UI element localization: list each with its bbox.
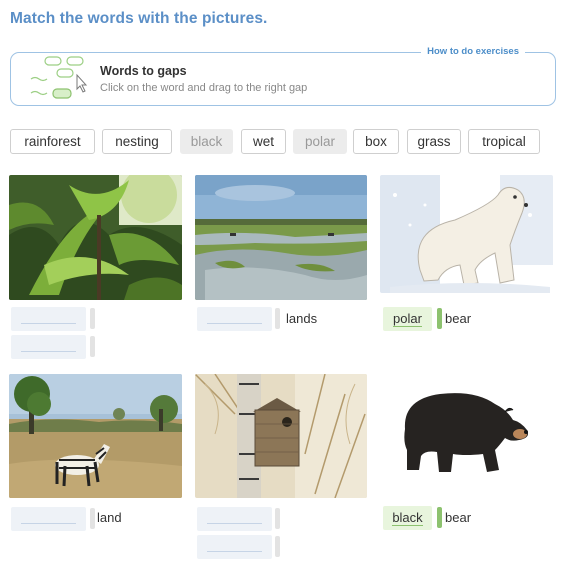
word-chip-tropical[interactable]: tropical [468, 129, 540, 154]
black-bear-picture [395, 384, 537, 476]
word-chip-grass[interactable]: grass [407, 129, 461, 154]
answer-gap-6-filled[interactable]: black [383, 506, 432, 530]
answer-gap-4[interactable] [11, 507, 86, 531]
word-chip-box[interactable]: box [353, 129, 399, 154]
instructions-description: Click on the word and drag to the right … [100, 82, 308, 94]
answer-gap-1b[interactable] [11, 335, 86, 359]
wetland-picture [195, 175, 367, 300]
answer-gap-3-filled[interactable]: polar [383, 307, 432, 331]
word-suffix-lands: lands [286, 311, 318, 326]
gap-separator [275, 536, 280, 557]
how-to-link[interactable]: How to do exercises [421, 46, 525, 57]
gap-correct-indicator [437, 308, 442, 329]
instructions-panel: How to do exercises Words to gaps Click … [10, 46, 556, 106]
word-suffix-bear: bear [445, 311, 472, 326]
gap-separator [90, 336, 95, 357]
filled-answer-black: black [392, 510, 423, 526]
gap-separator [90, 308, 95, 329]
answer-gap-2[interactable] [197, 307, 272, 331]
exercise-title: Match the words with the pictures. [10, 10, 268, 27]
polar-bear-picture [380, 175, 553, 293]
word-chip-rainforest[interactable]: rainforest [10, 129, 95, 154]
gap-separator [90, 508, 95, 529]
gap-correct-indicator [437, 507, 442, 528]
word-chip-nesting[interactable]: nesting [102, 129, 172, 154]
instructions-heading: Words to gaps [100, 64, 187, 78]
nesting-box-picture [195, 374, 367, 498]
word-suffix-land: land [97, 510, 122, 525]
word-chip-wet[interactable]: wet [241, 129, 286, 154]
gap-separator [275, 508, 280, 529]
zebra-picture [9, 374, 182, 498]
word-suffix-bear: bear [445, 510, 472, 525]
answer-gap-5b[interactable] [197, 535, 272, 559]
rainforest-picture [9, 175, 182, 300]
drag-words-icon [30, 56, 88, 99]
filled-answer-polar: polar [393, 311, 422, 327]
word-chip-polar: polar [293, 129, 347, 154]
answer-gap-5a[interactable] [197, 507, 272, 531]
gap-separator [275, 308, 280, 329]
answer-gap-1a[interactable] [11, 307, 86, 331]
word-chip-black: black [180, 129, 233, 154]
